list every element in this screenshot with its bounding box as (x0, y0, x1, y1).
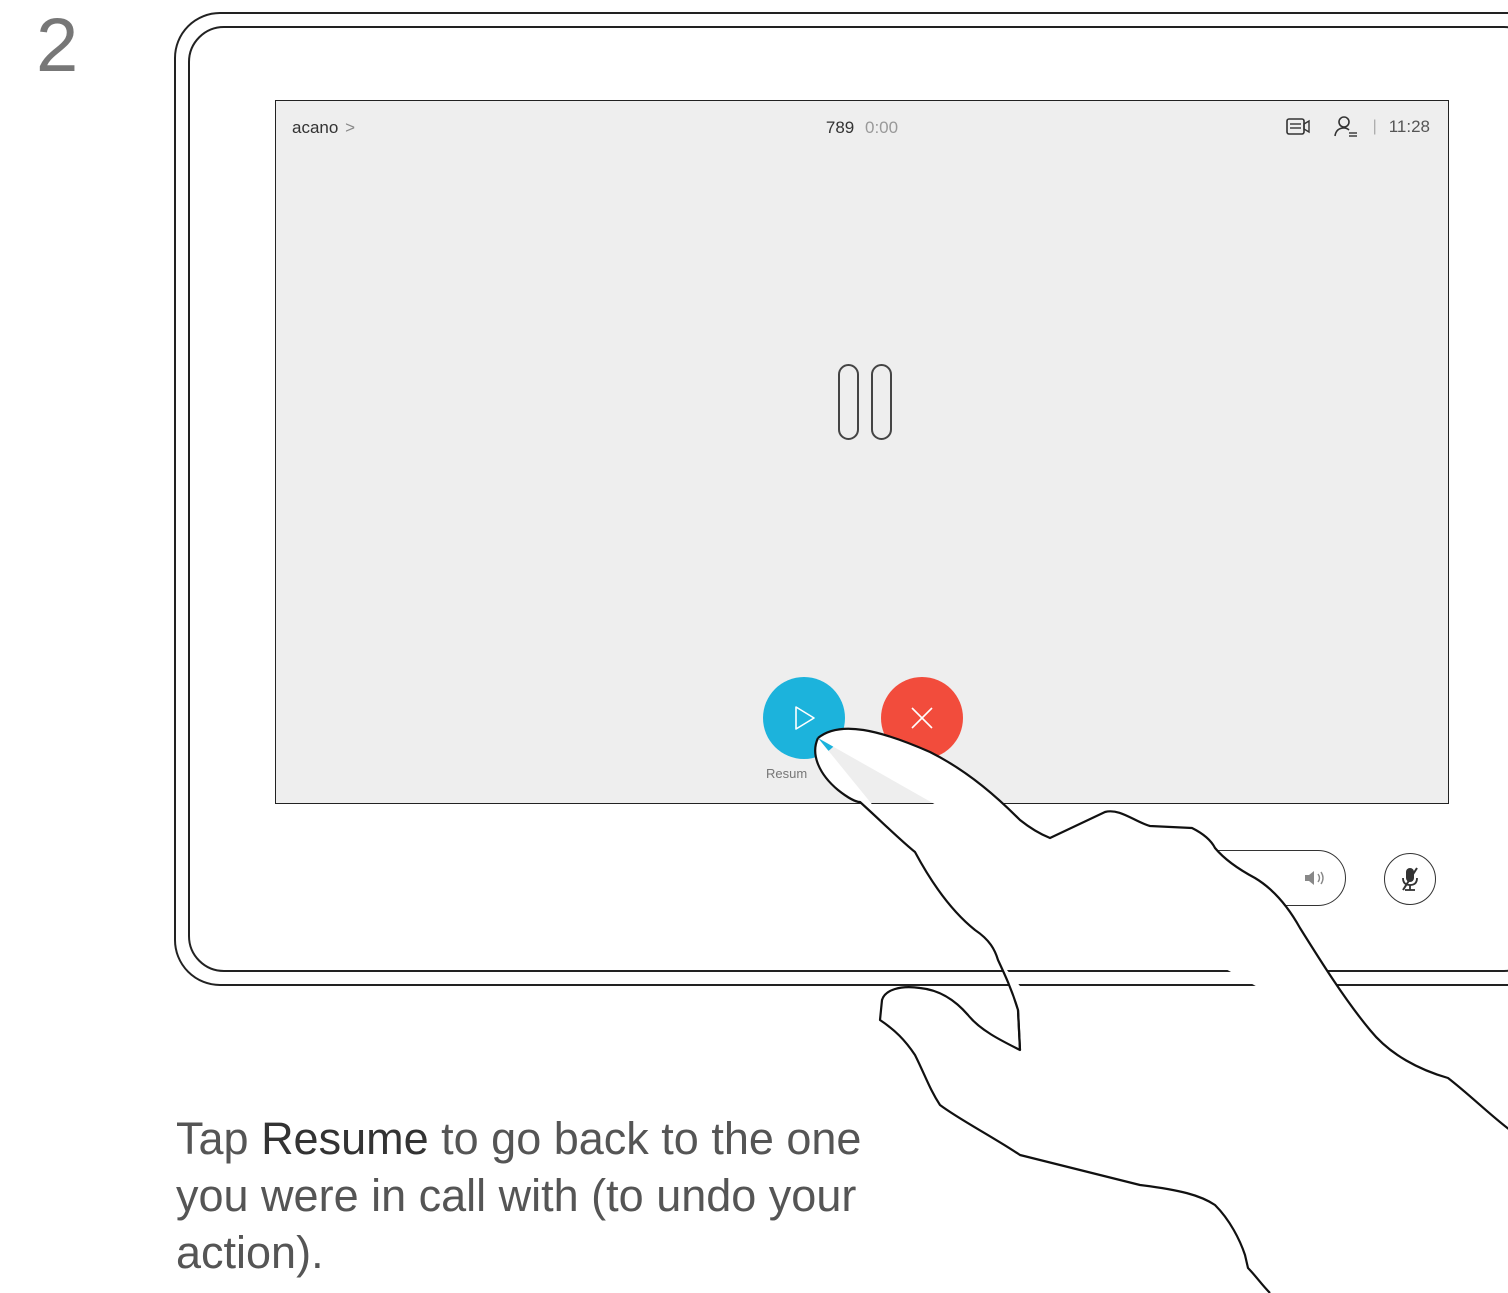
end-call-icon (911, 707, 933, 729)
step-number: 2 (36, 3, 79, 88)
status-right: | 11:28 (1263, 114, 1430, 140)
volume-icon (1305, 871, 1324, 885)
status-separator: | (1372, 118, 1377, 135)
touch-screen: acano > 789 0:00 | 11:28 Resum (275, 100, 1449, 804)
mute-button[interactable] (1384, 853, 1436, 905)
call-duration: 0:00 (865, 118, 899, 137)
mute-mic-icon (1402, 867, 1418, 891)
caption-emphasis: Resume (261, 1113, 429, 1164)
call-number: 789 (825, 118, 855, 137)
layout-icon[interactable] (1285, 114, 1311, 140)
play-icon (795, 706, 815, 730)
status-bar: acano > 789 0:00 | 11:28 (276, 101, 1448, 157)
volume-control[interactable] (1160, 850, 1346, 906)
end-call-button[interactable] (881, 677, 963, 759)
resume-button[interactable] (763, 677, 845, 759)
resume-label: Resum (766, 766, 808, 781)
participants-icon[interactable] (1333, 114, 1359, 140)
pause-icon (838, 364, 892, 440)
instruction-caption: Tap Resume to go back to the one you wer… (176, 1110, 936, 1281)
caption-before: Tap (176, 1113, 262, 1164)
clock: 11:28 (1388, 117, 1430, 136)
